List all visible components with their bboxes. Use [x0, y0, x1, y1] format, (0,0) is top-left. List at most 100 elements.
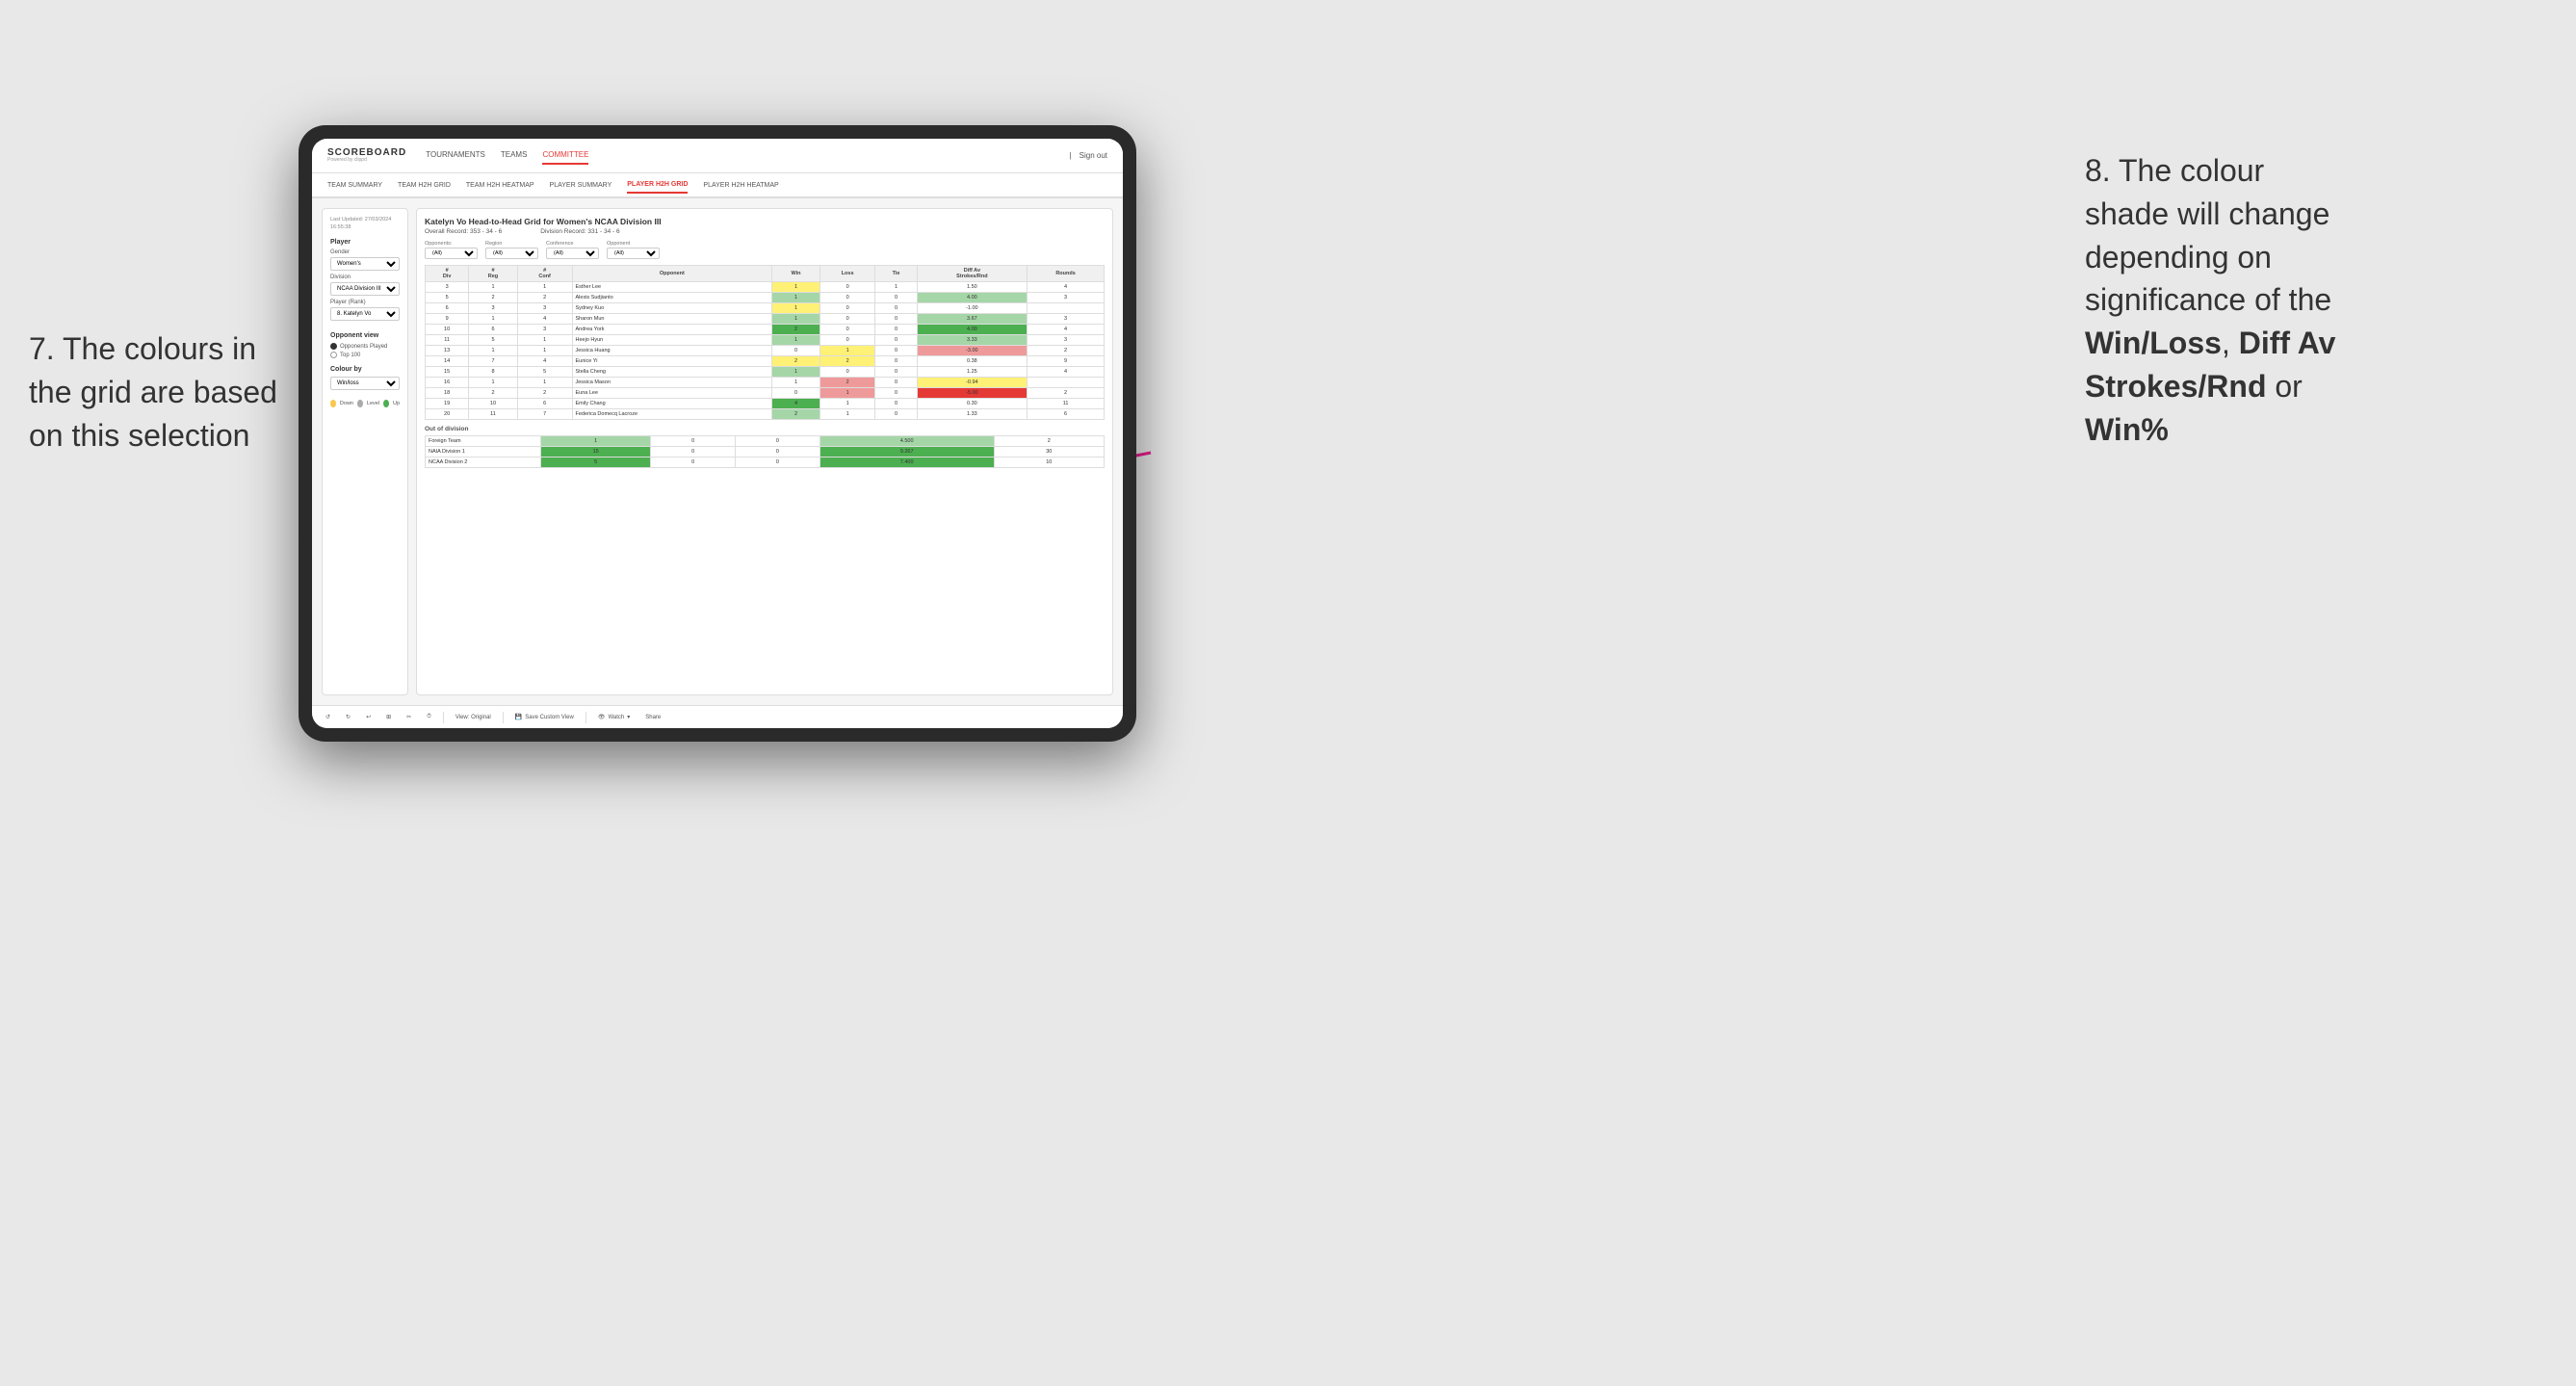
toolbar-undo[interactable]: ↺: [322, 712, 334, 722]
nav-left: SCOREBOARD Powered by clippd TOURNAMENTS…: [327, 146, 588, 165]
toolbar-cut[interactable]: ✂: [403, 712, 415, 722]
col-diff: Diff AvStrokes/Rnd: [917, 266, 1028, 282]
nav-item-committee[interactable]: COMMITTEE: [542, 146, 588, 165]
nav-items: TOURNAMENTS TEAMS COMMITTEE: [426, 146, 588, 165]
nav-item-teams[interactable]: TEAMS: [501, 146, 528, 165]
legend-dot-level: [357, 400, 363, 407]
table-row: 522 Alexis Sudjianto 1 00 4.003: [426, 293, 1105, 303]
ood-row-naia1: NAIA Division 1 15 0 0 9.267 30: [426, 447, 1105, 458]
legend-label-down: Down: [340, 401, 353, 406]
out-of-division-title: Out of division: [425, 426, 1105, 432]
toolbar-save-custom[interactable]: 💾 Save Custom View: [511, 712, 578, 722]
logo-sub: Powered by clippd: [327, 158, 406, 163]
colour-by-select[interactable]: Win/loss: [330, 377, 400, 390]
table-row: 914 Sharon Mun 1 00 3.673: [426, 314, 1105, 325]
col-opponent: Opponent: [572, 266, 772, 282]
toolbar-divider-1: [443, 712, 444, 723]
grid-filters: Opponents: (All) Region (All) Conference: [425, 241, 1105, 259]
toolbar-clock[interactable]: ⏱: [423, 712, 435, 722]
legend-row: Down Level Up: [330, 400, 400, 407]
radio-group: Opponents Played Top 100: [330, 343, 400, 358]
toolbar-watch[interactable]: 👁 Watch ▾: [594, 712, 634, 722]
sub-nav-team-h2h-heatmap[interactable]: TEAM H2H HEATMAP: [466, 178, 534, 193]
filter-label-conference: Conference: [546, 241, 599, 247]
table-row: 311 Esther Lee 1 01 1.504: [426, 282, 1105, 293]
annotation-right-text: 8. The colourshade will changedepending …: [2085, 153, 2335, 447]
filter-region: Region (All): [485, 241, 538, 259]
radio-dot-opponents: [330, 343, 337, 350]
nav-item-tournaments[interactable]: TOURNAMENTS: [426, 146, 485, 165]
legend-dot-up: [383, 400, 389, 407]
filter-select-opponents[interactable]: (All): [425, 248, 478, 259]
table-row: 1474 Eunice Yi 2 20 0.389: [426, 356, 1105, 367]
filter-opponents: Opponents: (All): [425, 241, 478, 259]
toolbar-share[interactable]: Share: [641, 713, 664, 722]
logo: SCOREBOARD Powered by clippd: [327, 148, 406, 163]
division-record: Division Record: 331 - 34 - 6: [540, 228, 619, 235]
table-row: 1611 Jessica Mason 1 20 -0.94: [426, 378, 1105, 388]
filter-label-region: Region: [485, 241, 538, 247]
radio-dot-top100: [330, 352, 337, 358]
legend-label-up: Up: [393, 401, 400, 406]
sub-nav: TEAM SUMMARY TEAM H2H GRID TEAM H2H HEAT…: [312, 173, 1123, 198]
ood-row-ncaa2: NCAA Division 2 5 0 0 7.400 10: [426, 458, 1105, 468]
out-of-division-table: Foreign Team 1 0 0 4.500 2 NAIA Division…: [425, 435, 1105, 468]
sub-nav-player-summary[interactable]: PLAYER SUMMARY: [550, 178, 612, 193]
table-row: 19106 Emily Chang 4 10 0.3011: [426, 399, 1105, 409]
right-panel: Katelyn Vo Head-to-Head Grid for Women's…: [416, 208, 1113, 695]
player-rank-select[interactable]: 8. Katelyn Vo: [330, 307, 400, 321]
radio-opponents-played[interactable]: Opponents Played: [330, 343, 400, 350]
filter-conference: Conference (All): [546, 241, 599, 259]
radio-label-top100: Top 100: [340, 353, 360, 358]
filter-opponent: Opponent (All): [607, 241, 660, 259]
col-div: #Div: [426, 266, 469, 282]
toolbar-view-original[interactable]: View: Original: [452, 713, 495, 722]
annotation-left-text: 7. The colours inthe grid are basedon th…: [29, 331, 277, 453]
sign-out-link[interactable]: Sign out: [1080, 147, 1107, 164]
toolbar-redo[interactable]: ↻: [342, 712, 354, 722]
table-row: 1585 Stella Cheng 1 00 1.254: [426, 367, 1105, 378]
division-label: Division: [330, 275, 400, 280]
out-of-division-section: Out of division Foreign Team 1 0 0 4.500…: [425, 426, 1105, 468]
sub-nav-player-h2h-grid[interactable]: PLAYER H2H GRID: [627, 177, 688, 194]
gender-label: Gender: [330, 249, 400, 255]
legend-dot-down: [330, 400, 336, 407]
filter-select-opponent[interactable]: (All): [607, 248, 660, 259]
overall-record: Overall Record: 353 - 34 - 6: [425, 228, 502, 235]
toolbar-divider-3: [585, 712, 586, 723]
view-original-label: View: Original: [455, 715, 491, 720]
main-content: Last Updated: 27/03/202416:55:38 Player …: [312, 198, 1123, 705]
col-loss: Loss: [820, 266, 875, 282]
player-rank-label: Player (Rank): [330, 300, 400, 305]
filter-select-conference[interactable]: (All): [546, 248, 599, 259]
colour-by-title: Colour by: [330, 366, 400, 373]
col-rounds: Rounds: [1028, 266, 1105, 282]
filter-label-opponent: Opponent: [607, 241, 660, 247]
table-row: 1311 Jessica Huang 0 10 -3.002: [426, 346, 1105, 356]
table-row: 20117 Federica Domecq Lacroze 2 10 1.336: [426, 409, 1105, 420]
share-label: Share: [645, 715, 661, 720]
gender-select[interactable]: Women's: [330, 257, 400, 271]
col-tie: Tie: [875, 266, 917, 282]
nav-bar: SCOREBOARD Powered by clippd TOURNAMENTS…: [312, 139, 1123, 173]
col-reg: #Reg: [469, 266, 518, 282]
sub-nav-team-h2h-grid[interactable]: TEAM H2H GRID: [398, 178, 451, 193]
radio-top-100[interactable]: Top 100: [330, 352, 400, 358]
sub-nav-player-h2h-heatmap[interactable]: PLAYER H2H HEATMAP: [703, 178, 778, 193]
filter-label-opponents: Opponents:: [425, 241, 478, 247]
radio-label-opponents: Opponents Played: [340, 344, 387, 350]
bottom-toolbar: ↺ ↻ ↩ ⊞ ✂ ⏱ View: Original 💾 Save Custom…: [312, 705, 1123, 728]
toolbar-divider-2: [503, 712, 504, 723]
nav-right: | Sign out: [1070, 147, 1107, 164]
grid-title: Katelyn Vo Head-to-Head Grid for Women's…: [425, 217, 1105, 226]
legend-label-level: Level: [367, 401, 379, 406]
grid-record: Overall Record: 353 - 34 - 6 Division Re…: [425, 228, 1105, 235]
filter-select-region[interactable]: (All): [485, 248, 538, 259]
toolbar-copy[interactable]: ⊞: [382, 712, 395, 722]
table-row: 1063 Andrea York 2 00 4.004: [426, 325, 1105, 335]
sub-nav-team-summary[interactable]: TEAM SUMMARY: [327, 178, 382, 193]
ood-row-foreign: Foreign Team 1 0 0 4.500 2: [426, 436, 1105, 447]
toolbar-step-back[interactable]: ↩: [362, 712, 375, 722]
col-conf: #Conf: [517, 266, 572, 282]
division-select[interactable]: NCAA Division III: [330, 282, 400, 296]
